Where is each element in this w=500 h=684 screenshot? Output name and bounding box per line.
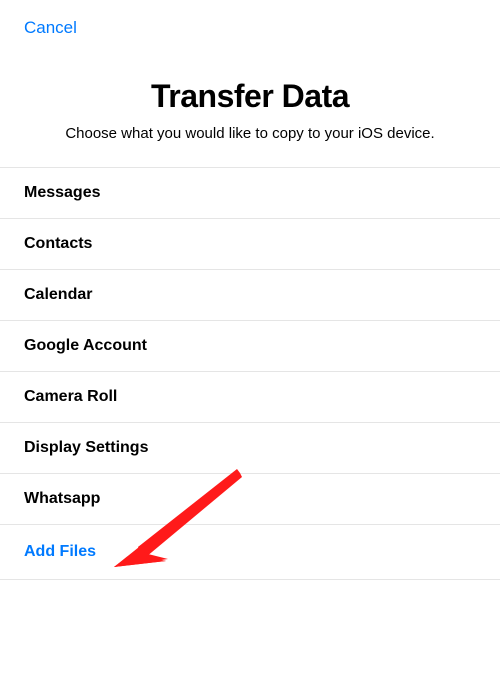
page-subtitle: Choose what you would like to copy to yo… [20, 125, 480, 142]
header-bar: Cancel [0, 0, 500, 48]
list-item-calendar[interactable]: Calendar [0, 270, 500, 321]
list-item-camera-roll[interactable]: Camera Roll [0, 372, 500, 423]
list-item-google-account[interactable]: Google Account [0, 321, 500, 372]
list-item-display-settings[interactable]: Display Settings [0, 423, 500, 474]
list-item-whatsapp[interactable]: Whatsapp [0, 474, 500, 525]
transfer-options-list: Messages Contacts Calendar Google Accoun… [0, 167, 500, 580]
list-item-messages[interactable]: Messages [0, 168, 500, 219]
list-item-contacts[interactable]: Contacts [0, 219, 500, 270]
title-section: Transfer Data Choose what you would like… [0, 48, 500, 167]
cancel-button[interactable]: Cancel [24, 18, 77, 38]
add-files-button[interactable]: Add Files [0, 525, 500, 580]
page-title: Transfer Data [20, 78, 480, 115]
